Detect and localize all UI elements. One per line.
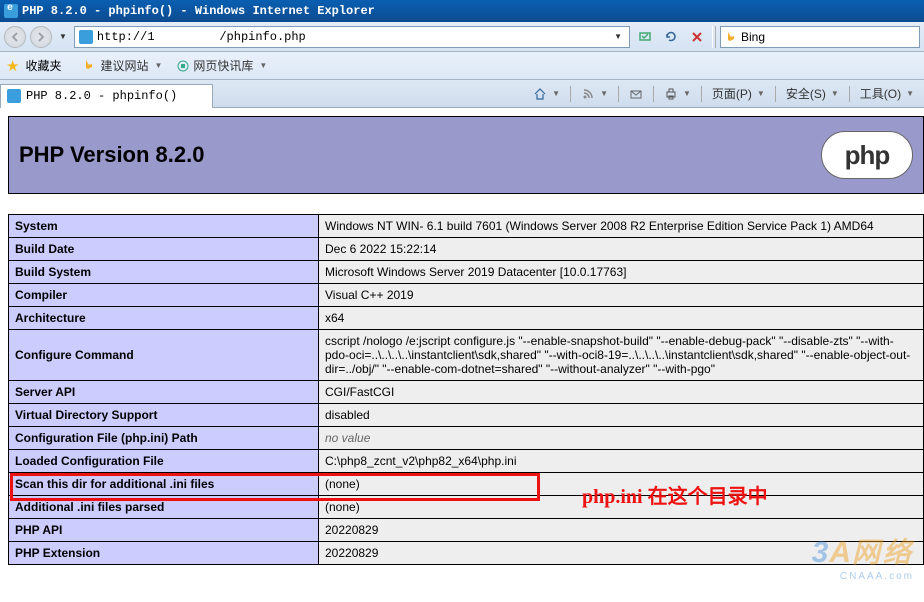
page-icon (79, 30, 93, 44)
favlink-webslice[interactable]: 网页快讯库 ▼ (172, 55, 271, 76)
ie-icon (7, 89, 21, 103)
page-content: PHP Version 8.2.0 php SystemWindows NT W… (0, 108, 924, 602)
home-button[interactable]: ▼ (529, 85, 564, 103)
refresh-button[interactable] (660, 26, 682, 48)
phpinfo-key: PHP Extension (9, 542, 319, 565)
phpinfo-value: 20220829 (319, 519, 924, 542)
bing-icon (725, 31, 737, 43)
search-box[interactable] (720, 26, 920, 48)
toolbar-splitter (712, 26, 716, 48)
chevron-down-icon: ▼ (154, 61, 162, 70)
command-bar: ▼ ▼ ▼ 页面(P) ▼ 安全(S) ▼ 工具(O) ▼ (529, 83, 918, 104)
phpinfo-row: Build SystemMicrosoft Windows Server 201… (9, 261, 924, 284)
phpinfo-heading: PHP Version 8.2.0 (19, 142, 204, 168)
phpinfo-value: disabled (319, 404, 924, 427)
phpinfo-value: Visual C++ 2019 (319, 284, 924, 307)
print-button[interactable]: ▼ (660, 85, 695, 103)
safety-menu[interactable]: 安全(S) ▼ (782, 83, 843, 104)
favorites-star-icon[interactable]: ★ (6, 57, 19, 75)
phpinfo-row: Scan this dir for additional .ini files(… (9, 473, 924, 496)
address-input[interactable] (97, 30, 611, 44)
phpinfo-row: Loaded Configuration FileC:\php8_zcnt_v2… (9, 450, 924, 473)
nav-history-dropdown[interactable]: ▼ (56, 32, 70, 41)
phpinfo-row: Additional .ini files parsed(none) (9, 496, 924, 519)
annotation-text: php.ini 在这个目录中 (582, 480, 768, 509)
phpinfo-value: x64 (319, 307, 924, 330)
phpinfo-row: Server APICGI/FastCGI (9, 381, 924, 404)
phpinfo-row: Configuration File (php.ini) Pathno valu… (9, 427, 924, 450)
phpinfo-key: Architecture (9, 307, 319, 330)
window-titlebar: PHP 8.2.0 - phpinfo() - Windows Internet… (0, 0, 924, 22)
phpinfo-value: Dec 6 2022 15:22:14 (319, 238, 924, 261)
phpinfo-row: Architecturex64 (9, 307, 924, 330)
phpinfo-header: PHP Version 8.2.0 php (8, 116, 924, 194)
phpinfo-table: SystemWindows NT WIN- 6.1 build 7601 (Wi… (8, 214, 924, 565)
favorites-bar: ★ 收藏夹 建议网站 ▼ 网页快讯库 ▼ (0, 52, 924, 80)
phpinfo-key: System (9, 215, 319, 238)
phpinfo-key: Build Date (9, 238, 319, 261)
phpinfo-key: Build System (9, 261, 319, 284)
page-menu[interactable]: 页面(P) ▼ (708, 83, 769, 104)
phpinfo-key: Virtual Directory Support (9, 404, 319, 427)
compat-button[interactable] (634, 26, 656, 48)
favlink-suggested[interactable]: 建议网站 ▼ (79, 55, 166, 76)
phpinfo-key: Configure Command (9, 330, 319, 381)
page-tab[interactable]: PHP 8.2.0 - phpinfo() (0, 84, 213, 108)
phpinfo-key: Additional .ini files parsed (9, 496, 319, 519)
phpinfo-key: PHP API (9, 519, 319, 542)
phpinfo-value: Windows NT WIN- 6.1 build 7601 (Windows … (319, 215, 924, 238)
mail-button[interactable] (625, 85, 647, 103)
phpinfo-row: PHP API20220829 (9, 519, 924, 542)
ie-icon (4, 4, 18, 18)
tab-bar: PHP 8.2.0 - phpinfo() ▼ ▼ ▼ 页面(P) ▼ 安全(S… (0, 80, 924, 108)
phpinfo-row: Virtual Directory Supportdisabled (9, 404, 924, 427)
back-button[interactable] (4, 26, 26, 48)
phpinfo-key: Loaded Configuration File (9, 450, 319, 473)
phpinfo-value: cscript /nologo /e:jscript configure.js … (319, 330, 924, 381)
phpinfo-key: Scan this dir for additional .ini files (9, 473, 319, 496)
bing-icon (83, 59, 97, 73)
phpinfo-value: no value (319, 427, 924, 450)
chevron-down-icon: ▼ (259, 61, 267, 70)
phpinfo-key: Server API (9, 381, 319, 404)
search-input[interactable] (741, 30, 915, 44)
address-toolbar: ▼ ▼ (0, 22, 924, 52)
feeds-button[interactable]: ▼ (577, 85, 612, 103)
phpinfo-row: Configure Commandcscript /nologo /e:jscr… (9, 330, 924, 381)
phpinfo-row: CompilerVisual C++ 2019 (9, 284, 924, 307)
phpinfo-value: 20220829 (319, 542, 924, 565)
phpinfo-value: Microsoft Windows Server 2019 Datacenter… (319, 261, 924, 284)
phpinfo-value: CGI/FastCGI (319, 381, 924, 404)
stop-button[interactable] (686, 26, 708, 48)
webslice-icon (176, 59, 190, 73)
address-bar[interactable]: ▼ (74, 26, 630, 48)
tools-menu[interactable]: 工具(O) ▼ (856, 83, 918, 104)
address-dropdown[interactable]: ▼ (611, 32, 625, 41)
window-title: PHP 8.2.0 - phpinfo() - Windows Internet… (22, 4, 375, 18)
phpinfo-row: Build DateDec 6 2022 15:22:14 (9, 238, 924, 261)
favorites-label[interactable]: 收藏夹 (25, 57, 61, 74)
forward-button[interactable] (30, 26, 52, 48)
php-logo: php (821, 131, 913, 179)
phpinfo-value: C:\php8_zcnt_v2\php82_x64\php.ini (319, 450, 924, 473)
phpinfo-row: SystemWindows NT WIN- 6.1 build 7601 (Wi… (9, 215, 924, 238)
tab-title: PHP 8.2.0 - phpinfo() (26, 89, 177, 103)
phpinfo-key: Configuration File (php.ini) Path (9, 427, 319, 450)
phpinfo-row: PHP Extension20220829 (9, 542, 924, 565)
phpinfo-key: Compiler (9, 284, 319, 307)
